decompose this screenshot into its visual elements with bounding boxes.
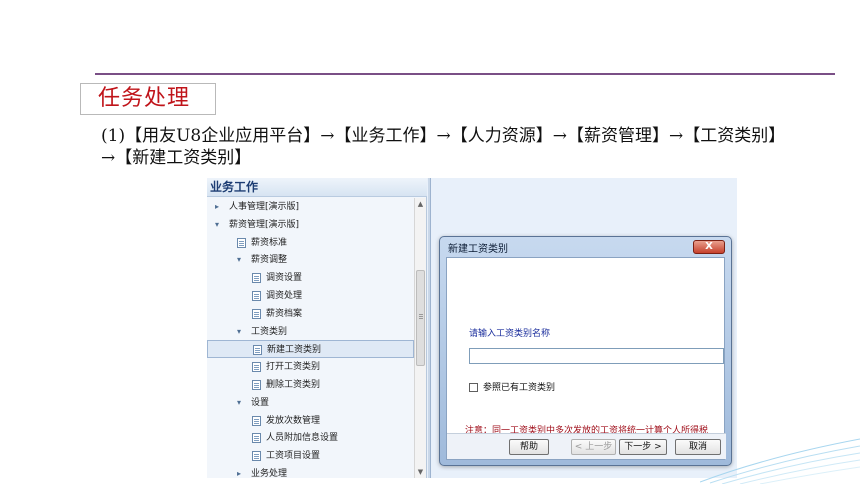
tree-item-label: 调资处理 bbox=[266, 291, 303, 301]
document-icon bbox=[252, 308, 261, 319]
collapse-arrow-icon[interactable]: ▾ bbox=[237, 394, 241, 412]
tree-item-label: 薪资调整 bbox=[251, 255, 288, 266]
next-button[interactable]: 下一步 > bbox=[619, 439, 667, 455]
business-nav-panel: 业务工作 ▸ 人事管理[演示版] ▾ 薪资管理[演示版] 薪资标准 ▾ 薪资调整调资设置调资… bbox=[207, 178, 427, 478]
collapse-arrow-icon[interactable]: ▾ bbox=[237, 251, 241, 269]
tree-leaf-item[interactable]: 调资设置 bbox=[207, 269, 414, 287]
nav-scrollbar[interactable]: ▲ ▼ bbox=[414, 198, 426, 478]
close-button[interactable]: X bbox=[693, 240, 725, 254]
tree-folder-item[interactable]: ▸ 业务处理 bbox=[207, 465, 414, 478]
document-icon bbox=[237, 237, 246, 248]
dialog-button-bar: 帮助 < 上一步 下一步 > 取消 bbox=[447, 433, 726, 459]
tree-folder-item[interactable]: ▾ 工资类别 bbox=[207, 323, 414, 341]
tree-item-label: 人事管理[演示版] bbox=[229, 202, 300, 212]
expand-arrow-icon[interactable]: ▸ bbox=[215, 198, 219, 216]
tree-item-label: 删除工资类别 bbox=[266, 380, 321, 390]
reference-existing-checkbox[interactable] bbox=[469, 383, 478, 392]
tree-leaf-item[interactable]: 打开工资类别 bbox=[207, 358, 414, 376]
help-button[interactable]: 帮助 bbox=[509, 439, 549, 455]
tree-leaf-item[interactable]: 新建工资类别 bbox=[207, 340, 414, 359]
tree-folder-item[interactable]: ▸ 人事管理[演示版] bbox=[207, 198, 414, 216]
tree-leaf-item[interactable]: 调资处理 bbox=[207, 287, 414, 305]
collapse-arrow-icon[interactable]: ▾ bbox=[215, 216, 219, 234]
document-icon bbox=[253, 345, 262, 356]
document-icon bbox=[252, 380, 261, 390]
tree-item-label: 人员附加信息设置 bbox=[266, 433, 339, 444]
document-icon bbox=[252, 291, 261, 301]
instruction-text: (1)【用友U8企业应用平台】→【业务工作】→【人力资源】→【薪资管理】→【工资… bbox=[101, 126, 777, 168]
software-screenshot: 业务工作 ▸ 人事管理[演示版] ▾ 薪资管理[演示版] 薪资标准 ▾ 薪资调整调资设置调资… bbox=[207, 178, 737, 478]
tree-item-label: 打开工资类别 bbox=[266, 362, 321, 373]
scroll-thumb[interactable] bbox=[416, 270, 425, 366]
nav-tree: ▸ 人事管理[演示版] ▾ 薪资管理[演示版] 薪资标准 ▾ 薪资调整调资设置调资处理薪资档… bbox=[207, 198, 414, 478]
tree-item-label: 工资项目设置 bbox=[266, 451, 321, 462]
tree-leaf-item[interactable]: 人员附加信息设置 bbox=[207, 429, 414, 447]
tree-item-label: 设置 bbox=[251, 397, 270, 408]
tree-item-label: 薪资档案 bbox=[266, 308, 303, 319]
panel-splitter[interactable] bbox=[428, 178, 431, 478]
decorative-wave-lines bbox=[700, 438, 860, 484]
document-icon bbox=[252, 362, 261, 373]
nav-header: 业务工作 bbox=[207, 178, 427, 197]
expand-arrow-icon[interactable]: ▸ bbox=[237, 465, 241, 478]
tree-item-label: 调资设置 bbox=[266, 273, 303, 284]
tree-item-label: 工资类别 bbox=[251, 326, 288, 337]
tree-leaf-item[interactable]: 工资项目设置 bbox=[207, 447, 414, 465]
tree-leaf-item[interactable]: 发放次数管理 bbox=[207, 412, 414, 430]
category-name-label: 请输入工资类别名称 bbox=[469, 329, 551, 339]
tree-item-label: 发放次数管理 bbox=[266, 415, 321, 426]
document-icon bbox=[252, 273, 261, 284]
tree-item-label: 业务处理 bbox=[251, 469, 288, 478]
tree-leaf-item[interactable]: 薪资标准 bbox=[207, 234, 414, 252]
document-icon bbox=[252, 433, 261, 444]
document-icon bbox=[252, 451, 261, 462]
tree-leaf-item[interactable]: 删除工资类别 bbox=[207, 376, 414, 394]
tree-item-label: 薪资标准 bbox=[251, 237, 288, 248]
collapse-arrow-icon[interactable]: ▾ bbox=[237, 323, 241, 341]
previous-button[interactable]: < 上一步 bbox=[571, 439, 616, 455]
tree-leaf-item[interactable]: 薪资档案 bbox=[207, 305, 414, 323]
dialog-title: 新建工资类别 bbox=[448, 244, 508, 255]
tree-folder-item[interactable]: ▾ 设置 bbox=[207, 394, 414, 412]
reference-existing-label[interactable]: 参照已有工资类别 bbox=[483, 380, 555, 393]
document-icon bbox=[252, 415, 261, 426]
tree-item-label: 薪资管理[演示版] bbox=[229, 219, 300, 230]
section-title: 任务处理 bbox=[98, 86, 191, 111]
tree-item-label: 新建工资类别 bbox=[267, 345, 322, 356]
dialog-body: 请输入工资类别名称 参照已有工资类别 注意：同一工资类别中多次发放的工资将统一计… bbox=[446, 257, 726, 460]
scroll-down-arrow-icon[interactable]: ▼ bbox=[415, 466, 426, 478]
category-name-input[interactable] bbox=[469, 348, 724, 364]
scroll-up-arrow-icon[interactable]: ▲ bbox=[415, 198, 426, 210]
tree-folder-item[interactable]: ▾ 薪资调整 bbox=[207, 251, 414, 269]
new-salary-category-dialog: 新建工资类别 X 请输入工资类别名称 参照已有工资类别 注意：同一工资类别中多次… bbox=[439, 236, 732, 466]
header-divider bbox=[95, 73, 835, 75]
tree-folder-item[interactable]: ▾ 薪资管理[演示版] bbox=[207, 216, 414, 234]
